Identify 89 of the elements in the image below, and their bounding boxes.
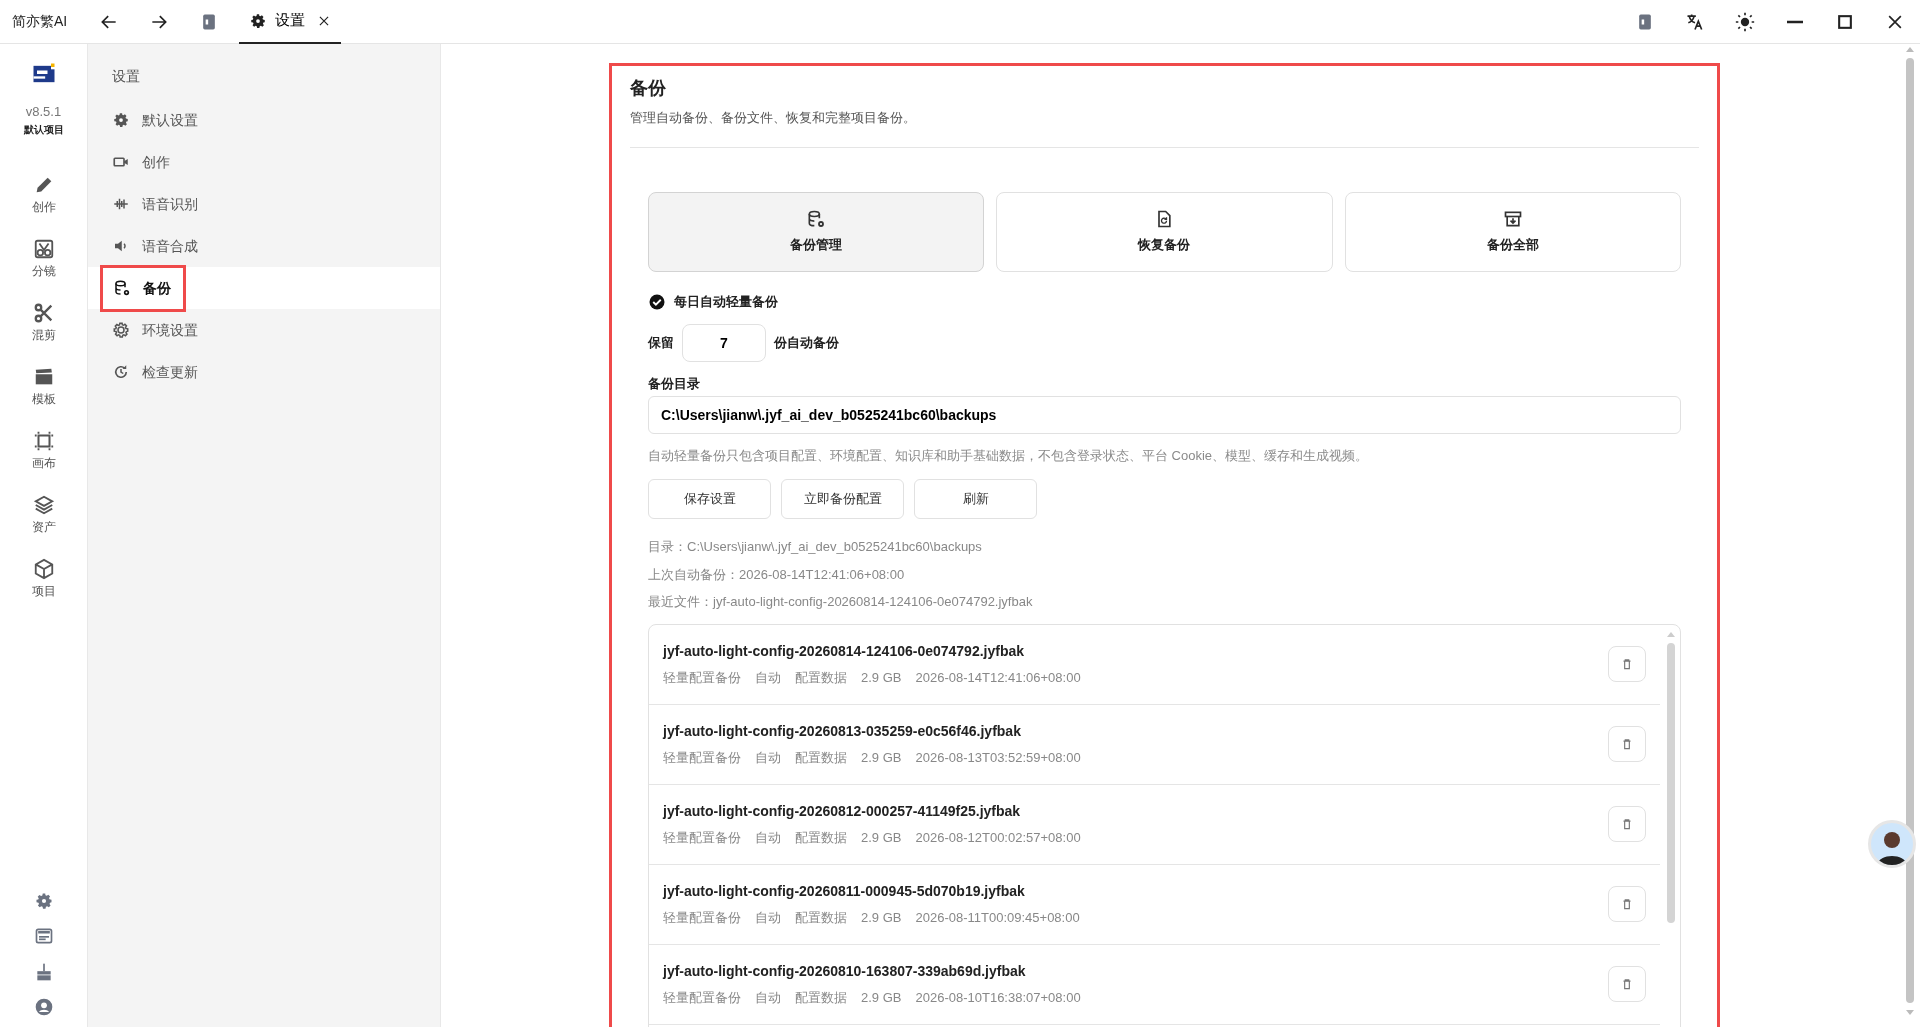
rail-item[interactable]: 创作 — [25, 172, 62, 217]
rail-item[interactable]: 模板 — [25, 364, 62, 409]
database-gear-icon — [113, 279, 131, 297]
file-type: 轻量配置备份 — [663, 828, 741, 847]
file-scope: 配置数据 — [795, 908, 847, 927]
file-name: jyf-auto-light-config-20260811-000945-5d070b19.jyfbak — [663, 881, 1025, 901]
nav-item[interactable]: 语音识别 — [100, 187, 210, 221]
file-scope: 配置数据 — [795, 748, 847, 767]
nav-item[interactable]: 备份 — [100, 264, 186, 312]
rail-item[interactable]: 画布 — [25, 428, 62, 473]
hint-text: 自动轻量备份只包含项目配置、环境配置、知识库和助手基础数据，不包含登录状态、平台 Cookie、模型、缓存和生成视频。 — [648, 446, 1370, 465]
file-time: 2026-08-11T00:09:45+08:00 — [915, 908, 1080, 927]
storyboard-icon — [32, 237, 55, 260]
frame-icon — [32, 429, 55, 452]
delete-button[interactable] — [1608, 806, 1646, 843]
info-text: 最近文件：jyf-auto-light-config-20260814-124106-0e074792.jyfbak — [648, 593, 1033, 612]
file-time: 2026-08-10T16:38:07+08:00 — [915, 988, 1081, 1007]
file-scope: 配置数据 — [795, 668, 847, 687]
file-scope: 配置数据 — [795, 988, 847, 1007]
file-mode: 自动 — [755, 988, 781, 1007]
info-text: 上次自动备份：2026-08-14T12:41:06+08:00 — [648, 565, 905, 584]
minimize-icon — [1787, 19, 1803, 24]
file-mode: 自动 — [755, 668, 781, 687]
nav-item[interactable]: 环境设置 — [100, 313, 210, 347]
nav-item[interactable]: 语音合成 — [100, 229, 210, 263]
delete-button[interactable] — [1608, 886, 1646, 923]
file-size: 2.9 GB — [861, 748, 902, 767]
file-type: 轻量配置备份 — [663, 748, 741, 767]
file-name: jyf-auto-light-config-20260810-163807-339ab69d.jyfbak — [663, 961, 1026, 981]
settings-icon — [249, 11, 268, 30]
rail-item[interactable]: 混剪 — [25, 300, 62, 345]
file-mode: 自动 — [755, 908, 781, 927]
file-time: 2026-08-14T12:41:06+08:00 — [915, 668, 1081, 687]
action-button[interactable]: 保存设置 — [648, 479, 771, 520]
panel-title: 备份 — [630, 78, 667, 100]
file-size: 2.9 GB — [861, 668, 902, 687]
file-name: jyf-auto-light-config-20260814-124106-0e074792.jyfbak — [663, 641, 1025, 661]
panel-subtitle: 管理自动备份、备份文件、恢复和完整项目备份。 — [630, 108, 917, 127]
keep-suffix: 份自动备份 — [774, 333, 839, 352]
sun-icon — [1735, 11, 1755, 32]
directory-field[interactable]: C:\Users\jianw\.jyf_ai_dev_b0525241bc60\backups — [648, 395, 1681, 434]
rail-item[interactable]: 资产 — [25, 492, 62, 537]
rail-item[interactable]: 项目 — [25, 556, 62, 601]
file-mode: 自动 — [755, 828, 781, 847]
file-type: 轻量配置备份 — [663, 988, 741, 1007]
file-size: 2.9 GB — [861, 828, 902, 847]
action-button[interactable]: 刷新 — [914, 479, 1037, 520]
archive-icon — [1502, 209, 1523, 230]
settings-icon — [112, 321, 130, 339]
file-time: 2026-08-13T03:52:59+08:00 — [915, 748, 1081, 767]
field-label: 备份目录 — [648, 374, 700, 393]
card-icon — [33, 926, 54, 947]
file-mode: 自动 — [755, 748, 781, 767]
layers-icon — [32, 493, 55, 516]
nav-item[interactable]: 检查更新 — [100, 355, 210, 389]
checkbox-icon[interactable] — [648, 292, 666, 311]
refresh-icon — [112, 363, 130, 381]
info-text: 目录：C:\Users\jianw\.jyf_ai_dev_b0525241bc60\backups — [648, 538, 982, 557]
user-icon — [33, 997, 54, 1017]
settings-icon — [112, 111, 130, 129]
nav-item[interactable]: 默认设置 — [100, 103, 210, 137]
file-name: jyf-auto-light-config-20260812-000257-41149f25.jyfbak — [663, 801, 1021, 821]
project-label: 默认项目 — [23, 122, 64, 137]
file-size: 2.9 GB — [861, 988, 902, 1007]
checkbox-label: 每日自动轻量备份 — [674, 293, 778, 312]
rail-item[interactable]: 分镜 — [25, 236, 62, 281]
app-title: 简亦繁AI — [12, 12, 68, 31]
file-type: 轻量配置备份 — [663, 668, 741, 687]
file-size: 2.9 GB — [861, 908, 902, 927]
file-scope: 配置数据 — [795, 828, 847, 847]
mode-tab[interactable]: 备份全部 — [1344, 192, 1681, 273]
delete-button[interactable] — [1608, 966, 1646, 1003]
delete-button[interactable] — [1608, 726, 1646, 763]
cube-icon — [32, 557, 55, 580]
mode-tab[interactable]: 恢复备份 — [996, 192, 1333, 273]
scissors-icon — [32, 301, 55, 324]
file-type: 轻量配置备份 — [663, 908, 741, 927]
action-button[interactable]: 立即备份配置 — [781, 479, 904, 520]
keep-label: 保留 — [648, 333, 674, 352]
assistant-avatar[interactable] — [1868, 820, 1916, 868]
nav-item[interactable]: 创作 — [100, 145, 182, 179]
database-gear-icon — [806, 209, 827, 230]
version-label: v8.5.1 — [25, 103, 62, 121]
delete-button[interactable] — [1608, 646, 1646, 683]
count-field[interactable]: 7 — [682, 323, 766, 362]
file-time: 2026-08-12T00:02:57+08:00 — [915, 828, 1081, 847]
mode-tab[interactable]: 备份管理 — [648, 192, 985, 273]
file-name: jyf-auto-light-config-20260813-035259-e0c56f46.jyfbak — [663, 721, 1021, 741]
nav-heading: 设置 — [111, 67, 140, 86]
